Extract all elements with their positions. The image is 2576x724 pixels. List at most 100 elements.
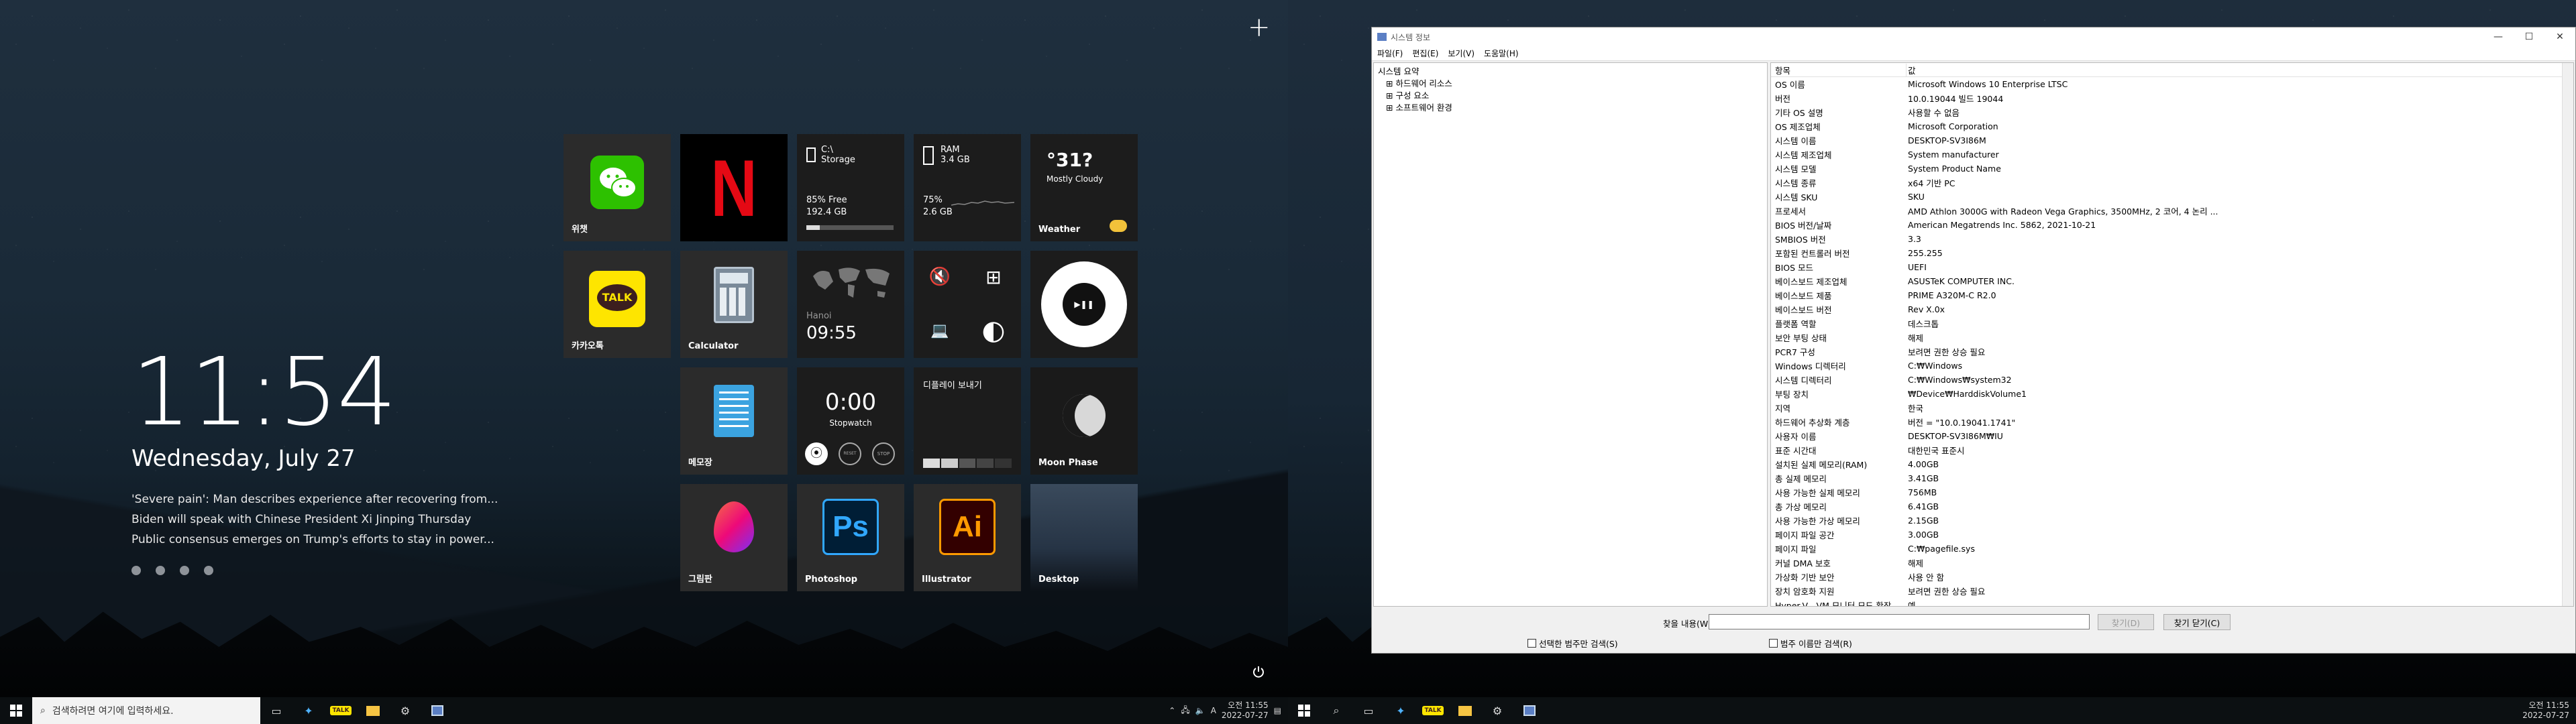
add-tile-button[interactable]: +	[1248, 12, 1271, 43]
tree-item-system-summary[interactable]: 시스템 요약	[1378, 66, 1763, 78]
menu-file[interactable]: 파일(F)	[1377, 48, 1403, 59]
mute-icon[interactable]: 🔇	[914, 251, 966, 303]
table-row[interactable]: 총 가상 메모리 6.41GB	[1771, 499, 2573, 514]
table-row[interactable]: Windows 디렉터리 C:₩Windows	[1771, 359, 2573, 373]
expand-icon[interactable]: ⊞	[1386, 103, 1395, 113]
window-titlebar[interactable]: 시스템 정보 — ☐ ✕	[1372, 27, 2575, 46]
tile-storage[interactable]: C:\ Storage 85% Free 192.4 GB	[797, 134, 904, 241]
file-explorer-icon[interactable]	[1449, 697, 1481, 724]
table-row[interactable]: PCR7 구성 보려면 권한 상승 필요	[1771, 345, 2573, 359]
network-icon[interactable]: 🖧	[1181, 704, 1189, 718]
table-row[interactable]: 베이스보드 버전 Rev X.0x	[1771, 302, 2573, 316]
table-row[interactable]: 시스템 제조업체 System manufacturer	[1771, 147, 2573, 162]
system-info-taskbar-icon[interactable]	[1513, 697, 1546, 724]
tile-world-clock[interactable]: Hanoi 09:55	[797, 251, 904, 358]
tile-moon-phase[interactable]: Moon Phase	[1030, 367, 1138, 475]
pager-dot[interactable]	[180, 566, 189, 575]
table-row[interactable]: 표준 시간대 대한민국 표준시	[1771, 443, 2573, 457]
table-row[interactable]: 시스템 디렉터리 C:₩Windows₩system32	[1771, 373, 2573, 387]
table-row[interactable]: 플랫폼 역할 데스크톱	[1771, 316, 2573, 330]
tray-clock[interactable]: 오전 11:55 2022-07-27	[1222, 701, 1269, 721]
tile-wechat[interactable]: 위챗	[564, 134, 671, 241]
table-row[interactable]: 페이지 파일 공간 3.00GB	[1771, 528, 2573, 542]
stopwatch-reset-button[interactable]: RESET	[839, 442, 861, 465]
play-pause-icon[interactable]: ▶❚❚	[1063, 283, 1106, 326]
table-row[interactable]: 시스템 이름 DESKTOP-SV3I86M	[1771, 133, 2573, 147]
ime-indicator[interactable]: A	[1211, 706, 1216, 715]
expand-icon[interactable]: ⊞	[1386, 78, 1395, 88]
tile-weather[interactable]: °31? Mostly Cloudy Weather	[1030, 134, 1138, 241]
table-row[interactable]: 사용자 이름 DESKTOP-SV3I86M₩IU	[1771, 429, 2573, 443]
expand-icon[interactable]: ⊞	[1386, 90, 1395, 101]
minimize-button[interactable]: —	[2483, 27, 2514, 46]
close-button[interactable]: ✕	[2544, 27, 2575, 46]
table-row[interactable]: 시스템 종류 x64 기반 PC	[1771, 176, 2573, 190]
table-row[interactable]: 사용 가능한 가상 메모리 2.15GB	[1771, 514, 2573, 528]
windows-icon[interactable]: ⊞	[967, 251, 1020, 303]
stopwatch-stop-button[interactable]: STOP	[872, 442, 895, 465]
table-row[interactable]: 하드웨어 추상화 계층 버전 = "10.0.19041.1741"	[1771, 415, 2573, 429]
tile-kakaotalk[interactable]: TALK 카카오톡	[564, 251, 671, 358]
news-item[interactable]: 'Severe pain': Man describes experience …	[131, 489, 498, 509]
table-row[interactable]: 사용 가능한 실제 메모리 756MB	[1771, 485, 2573, 499]
table-row[interactable]: 가상화 기반 보안 사용 안 함	[1771, 570, 2573, 584]
table-row[interactable]: 설치된 실제 메모리(RAM) 4.00GB	[1771, 457, 2573, 471]
search-icon[interactable]: ⌕	[1320, 697, 1352, 724]
tile-grimpan[interactable]: 그림판	[680, 484, 788, 591]
notification-icon[interactable]: ▤	[1274, 706, 1281, 715]
table-row[interactable]: 포함된 컨트롤러 버전 255.255	[1771, 246, 2573, 260]
tree-item-components[interactable]: ⊞ 구성 요소	[1378, 90, 1763, 102]
table-row[interactable]: 부팅 장치 ₩Device₩HarddiskVolume1	[1771, 387, 2573, 401]
table-row[interactable]: 베이스보드 제조업체 ASUSTeK COMPUTER INC.	[1771, 274, 2573, 288]
column-header-item[interactable]: 항목	[1771, 63, 1907, 76]
tile-memo[interactable]: 메모장	[680, 367, 788, 475]
tree-item-hardware[interactable]: ⊞ 하드웨어 리소스	[1378, 78, 1763, 90]
menu-help[interactable]: 도움말(H)	[1484, 48, 1519, 59]
laptop-icon[interactable]: 💻	[914, 304, 966, 357]
menu-view[interactable]: 보기(V)	[1448, 48, 1474, 59]
tile-display[interactable]: 디플레이 보내기	[914, 367, 1021, 475]
tree-item-software[interactable]: ⊞ 소프트웨어 환경	[1378, 102, 1763, 114]
taskbar-app-icon[interactable]: ✦	[292, 697, 325, 724]
vertical-scrollbar[interactable]	[2562, 63, 2573, 606]
power-icon[interactable]	[1252, 665, 1265, 678]
tile-netflix[interactable]: N	[680, 134, 788, 241]
pager-dot[interactable]	[204, 566, 213, 575]
pager-dot[interactable]	[156, 566, 165, 575]
stopwatch-start-button[interactable]: ⦿	[805, 442, 828, 465]
menu-edit[interactable]: 편집(E)	[1412, 48, 1438, 59]
table-row[interactable]: 지역 한국	[1771, 401, 2573, 415]
table-row[interactable]: 시스템 SKU SKU	[1771, 190, 2573, 204]
find-button[interactable]: 찾기(D)	[2098, 614, 2154, 630]
table-row[interactable]: 베이스보드 제품 PRIME A320M-C R2.0	[1771, 288, 2573, 302]
start-button[interactable]	[0, 697, 32, 724]
table-row[interactable]: Hyper-V - VM 모니터 모드 확장 예	[1771, 598, 2573, 606]
system-info-taskbar-icon[interactable]	[421, 697, 453, 724]
volume-icon[interactable]: 🔈	[1195, 706, 1205, 715]
column-header-value[interactable]: 값	[1907, 64, 2222, 76]
kakaotalk-taskbar-icon[interactable]: TALK	[1417, 697, 1449, 724]
tile-stopwatch[interactable]: 0:00 Stopwatch ⦿ RESET STOP	[797, 367, 904, 475]
table-row[interactable]: 시스템 모델 System Product Name	[1771, 162, 2573, 176]
find-input[interactable]	[1709, 614, 2090, 629]
start-button[interactable]	[1288, 697, 1320, 724]
news-item[interactable]: Public consensus emerges on Trump's effo…	[131, 530, 498, 550]
table-row[interactable]: 커널 DMA 보호 해제	[1771, 556, 2573, 570]
table-row[interactable]: 총 실제 메모리 3.41GB	[1771, 471, 2573, 485]
table-row[interactable]: 프로세서 AMD Athlon 3000G with Radeon Vega Gr…	[1771, 204, 2573, 218]
taskbar-search-box[interactable]: ⌕ 검색하려면 여기에 입력하세요.	[32, 697, 260, 724]
table-row[interactable]: SMBIOS 버전 3.3	[1771, 232, 2573, 246]
task-view-icon[interactable]: ▭	[1352, 697, 1385, 724]
close-find-button[interactable]: 찾기 닫기(C)	[2163, 614, 2231, 630]
kakaotalk-taskbar-icon[interactable]: TALK	[325, 697, 357, 724]
news-item[interactable]: Biden will speak with Chinese President …	[131, 509, 498, 530]
search-selected-category-checkbox[interactable]: 선택한 범주만 검색(S)	[1527, 637, 1618, 650]
taskbar-app-icon[interactable]: ✦	[1385, 697, 1417, 724]
tile-photoshop[interactable]: Ps Photoshop	[797, 484, 904, 591]
tile-music-player[interactable]: ▶❚❚	[1030, 251, 1138, 358]
chevron-up-icon[interactable]: ⌃	[1169, 706, 1175, 715]
table-row[interactable]: 버전 10.0.19044 빌드 19044	[1771, 91, 2573, 105]
settings-icon[interactable]: ⚙	[1481, 697, 1513, 724]
table-row[interactable]: 페이지 파일 C:₩pagefile.sys	[1771, 542, 2573, 556]
tray-clock[interactable]: 오전 11:55 2022-07-27	[2522, 701, 2569, 721]
